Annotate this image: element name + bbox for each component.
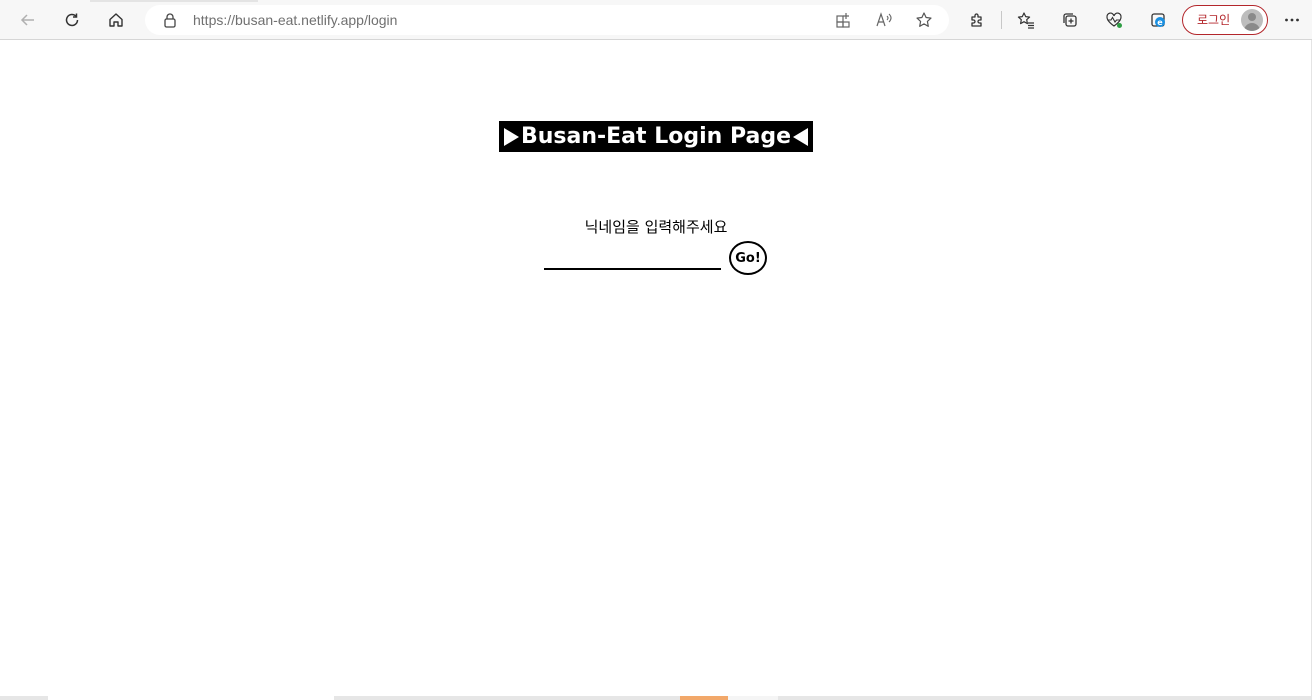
ie-icon: e [1151,13,1165,27]
favorites-button[interactable] [1012,6,1040,34]
heartbeat-icon [1106,12,1122,28]
nickname-label: 닉네임을 입력해주세요 [584,218,728,236]
bottom-strip [0,696,1312,700]
active-tab-indicator [90,0,258,2]
collections-button[interactable] [1056,6,1084,34]
favorites-icon [1017,12,1034,29]
right-triangle-icon [504,128,519,146]
star-icon[interactable] [915,11,933,29]
profile-button[interactable]: 로그인 [1182,5,1268,35]
reload-button[interactable] [58,6,86,34]
page-title: Busan-Eat Login Page [499,121,813,152]
more-icon [1285,18,1299,22]
app-available-icon[interactable] [835,11,853,29]
home-icon [109,13,123,27]
lock-icon[interactable] [161,11,179,29]
collections-icon [1063,13,1077,27]
left-triangle-icon [793,128,808,146]
back-arrow-icon [20,14,34,26]
nickname-input[interactable] [544,246,721,270]
avatar-icon [1241,9,1263,31]
reload-icon [65,13,79,27]
puzzle-icon [971,13,982,27]
ie-mode-button[interactable]: e [1144,6,1172,34]
url-host: https://busan-eat.netlify.app [193,12,364,28]
more-menu-button[interactable] [1278,6,1306,34]
url-text[interactable]: https://busan-eat.netlify.app/login [193,12,397,28]
url-path: /login [363,12,398,28]
read-aloud-icon[interactable] [875,11,893,29]
home-button[interactable] [102,6,130,34]
go-button[interactable]: Go! [729,241,767,275]
toolbar-separator [1001,11,1002,29]
svg-text:e: e [1157,18,1163,27]
page-title-text: Busan-Eat Login Page [520,124,791,149]
back-button[interactable] [14,6,42,34]
address-bar[interactable]: https://busan-eat.netlify.app/login [145,5,949,35]
performance-button[interactable] [1100,6,1128,34]
browser-toolbar: https://busan-eat.netlify.app/login e 로그… [0,0,1312,40]
profile-label: 로그인 [1197,13,1231,27]
extensions-button[interactable] [963,6,991,34]
